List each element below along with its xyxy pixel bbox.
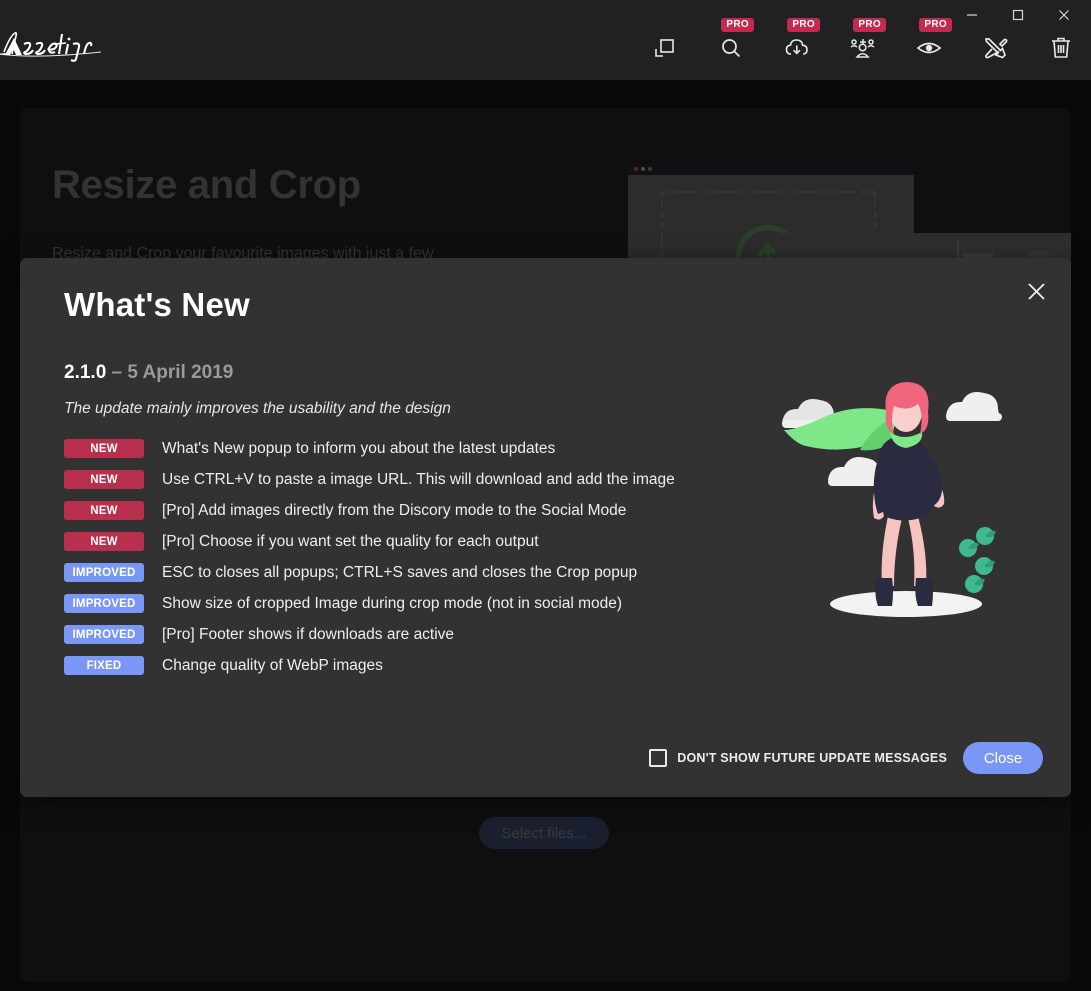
badge-improved: IMPROVED <box>64 563 144 582</box>
tools-button[interactable] <box>973 28 1017 68</box>
main-toolbar: PRO PRO PRO PRO <box>643 18 1083 70</box>
pro-badge: PRO <box>853 18 886 32</box>
dont-show-checkbox-wrapper[interactable]: DON'T SHOW FUTURE UPDATE MESSAGES <box>649 749 947 767</box>
changelog-item: NEW [Pro] Choose if you want set the qua… <box>64 526 764 557</box>
cloud-download-button[interactable]: PRO <box>775 18 820 68</box>
changelog-item: FIXED Change quality of WebP images <box>64 650 764 681</box>
modal-title: What's New <box>64 286 250 323</box>
modal-close-icon[interactable] <box>1021 276 1051 306</box>
pro-badge: PRO <box>919 18 952 32</box>
changelog-text: [Pro] Footer shows if downloads are acti… <box>162 625 455 643</box>
badge-new: NEW <box>64 532 144 551</box>
version-separator: – <box>106 362 128 383</box>
app-logo <box>0 28 126 64</box>
release-date: 5 April 2019 <box>127 362 234 383</box>
dont-show-checkbox[interactable] <box>649 749 668 767</box>
trash-button[interactable] <box>1039 28 1083 68</box>
changelog-item: IMPROVED Show size of cropped Image duri… <box>64 588 764 619</box>
changelog-item: IMPROVED ESC to closes all popups; CTRL+… <box>64 557 764 588</box>
modal-close-button[interactable]: Close <box>963 742 1043 774</box>
changelog-item: NEW Use CTRL+V to paste a image URL. Thi… <box>64 464 764 495</box>
update-note: The update mainly improves the usability… <box>64 400 451 417</box>
version-number: 2.1.0 <box>64 362 107 383</box>
badge-improved: IMPROVED <box>64 594 144 613</box>
title-bar: PRO PRO PRO PRO <box>0 0 1091 80</box>
changelog-item: IMPROVED [Pro] Footer shows if downloads… <box>64 619 764 650</box>
pro-badge: PRO <box>787 18 820 32</box>
resize-crop-button[interactable] <box>643 28 687 68</box>
version-line: 2.1.0 – 5 April 2019 <box>64 362 233 384</box>
superhero-illustration <box>770 368 1040 638</box>
modal-footer: DON'T SHOW FUTURE UPDATE MESSAGES Close <box>20 741 1071 775</box>
social-users-button[interactable]: PRO <box>841 18 886 68</box>
changelog-text: Use CTRL+V to paste a image URL. This wi… <box>162 470 675 488</box>
badge-improved: IMPROVED <box>64 625 144 644</box>
whats-new-modal: What's New 2.1.0 – 5 April 2019 The upda… <box>20 258 1071 797</box>
preview-eye-button[interactable]: PRO <box>907 18 952 68</box>
changelog-item: NEW What's New popup to inform you about… <box>64 433 764 464</box>
badge-new: NEW <box>64 501 144 520</box>
changelog-item: NEW [Pro] Add images directly from the D… <box>64 495 764 526</box>
changelog-text: [Pro] Add images directly from the Disco… <box>162 501 627 519</box>
changelog-list: NEW What's New popup to inform you about… <box>64 433 764 681</box>
badge-new: NEW <box>64 439 144 458</box>
badge-new: NEW <box>64 470 144 489</box>
changelog-text: [Pro] Choose if you want set the quality… <box>162 532 539 550</box>
changelog-text: What's New popup to inform you about the… <box>162 439 556 457</box>
changelog-text: Show size of cropped Image during crop m… <box>162 594 623 612</box>
search-button[interactable]: PRO <box>709 18 754 68</box>
changelog-text: Change quality of WebP images <box>162 656 383 674</box>
badge-fixed: FIXED <box>64 656 144 675</box>
changelog-text: ESC to closes all popups; CTRL+S saves a… <box>162 563 638 581</box>
dont-show-label: DON'T SHOW FUTURE UPDATE MESSAGES <box>677 751 947 765</box>
pro-badge: PRO <box>721 18 754 32</box>
